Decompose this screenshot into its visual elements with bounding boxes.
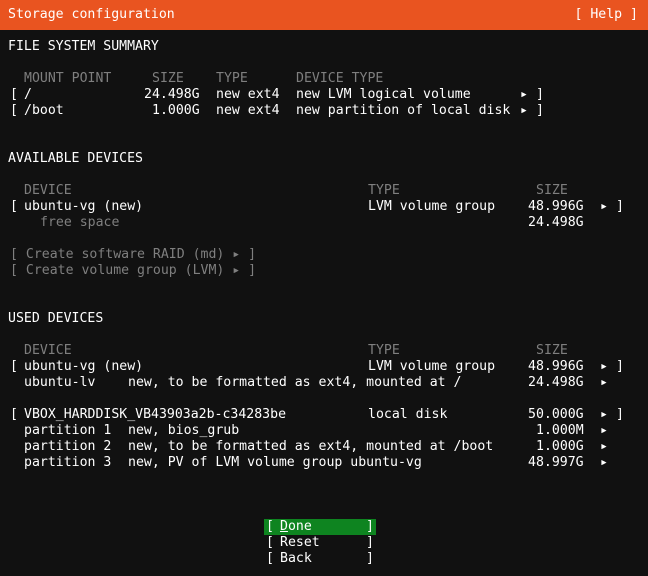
fs-col-mount-point: MOUNT POINT [24,71,112,86]
done-label: Done [280,519,312,534]
arrow-right-icon: ▸ [600,439,608,454]
create-raid-button[interactable]: [ Create software RAID (md) ▸ ] [10,247,256,263]
bracket-open: [ [10,87,18,102]
fs-row-mount: /boot [24,103,64,118]
arrow-right-icon: ▸ [600,199,608,214]
done-button[interactable]: [ Done ] [264,519,376,535]
fs-col-device-type: DEVICE TYPE [296,71,384,86]
device-size: 24.498G [528,375,584,390]
device-name: VBOX_HARDDISK_VB43903a2b-c34283be [24,407,287,422]
fs-row-type: new ext4 [216,87,280,102]
device-name: ubuntu-lv [24,375,96,390]
arrow-right-icon: ▸ [520,87,528,102]
arrow-right-icon: ▸ [600,407,608,422]
arrow-right-icon: ▸ [600,423,608,438]
partition-description: new, to be formatted as ext4, mounted at… [128,439,494,454]
bracket-close: ] [366,519,374,534]
arrow-right-icon: ▸ [600,375,608,390]
bracket-close: ] [366,535,374,550]
reset-label: Reset [280,535,320,550]
bracket-close: ] [616,359,624,374]
partition-size: 1.000M [536,423,584,438]
device-size: 48.996G [528,359,584,374]
bracket-open: [ [266,519,274,534]
device-description: new, to be formatted as ext4, mounted at… [128,375,462,390]
help-button[interactable]: [ Help ] [574,7,638,23]
bracket-close: ] [536,87,544,102]
avail-col-device: DEVICE [24,183,72,198]
partition-name: partition 2 [24,439,112,454]
bracket-open: [ [266,535,274,550]
partition-name: partition 1 [24,423,112,438]
partition-size: 48.997G [528,455,584,470]
fs-row-type: new ext4 [216,103,280,118]
fs-row-size: 1.000G [152,103,200,118]
used-col-device: DEVICE [24,343,72,358]
avail-col-size: SIZE [536,183,568,198]
create-volume-group-button[interactable]: [ Create volume group (LVM) ▸ ] [10,263,256,279]
title-bar: Storage configuration [ Help ] [0,0,648,30]
page-title: Storage configuration [8,7,175,22]
bracket-open: [ [10,103,18,118]
back-label: Back [280,551,312,566]
bracket-open: [ [266,551,274,566]
fs-row-size: 24.498G [144,87,200,102]
device-name: ubuntu-vg (new) [24,359,144,374]
fs-row-mount: / [24,87,32,102]
free-space-label: free space [40,215,120,230]
fs-col-type: TYPE [216,71,248,86]
bracket-close: ] [366,551,374,566]
arrow-right-icon: ▸ [600,455,608,470]
available-devices-heading: AVAILABLE DEVICES [8,151,143,166]
used-col-type: TYPE [368,343,400,358]
fs-row-device-type: new partition of local disk [296,103,511,118]
device-type: LVM volume group [368,199,496,214]
fs-col-size: SIZE [152,71,184,86]
bracket-close: ] [616,199,624,214]
arrow-right-icon: ▸ [600,359,608,374]
device-type: local disk [368,407,448,422]
bracket-close: ] [616,407,624,422]
reset-button[interactable]: [ Reset ] [264,535,376,551]
bracket-close: ] [536,103,544,118]
partition-description: new, PV of LVM volume group ubuntu-vg [128,455,422,470]
partition-size: 1.000G [536,439,584,454]
bracket-open: [ [10,407,18,422]
partition-name: partition 3 [24,455,112,470]
device-size: 48.996G [528,199,584,214]
arrow-right-icon: ▸ [520,103,528,118]
free-space-size: 24.498G [528,215,584,230]
avail-col-type: TYPE [368,183,400,198]
device-type: LVM volume group [368,359,496,374]
used-devices-heading: USED DEVICES [8,311,104,326]
bracket-open: [ [10,199,18,214]
device-size: 50.000G [528,407,584,422]
back-button[interactable]: [ Back ] [264,551,376,567]
fs-row-device-type: new LVM logical volume [296,87,471,102]
device-name: ubuntu-vg (new) [24,199,144,214]
partition-description: new, bios_grub [128,423,240,438]
used-col-size: SIZE [536,343,568,358]
bracket-open: [ [10,359,18,374]
fs-summary-heading: FILE SYSTEM SUMMARY [8,39,159,54]
